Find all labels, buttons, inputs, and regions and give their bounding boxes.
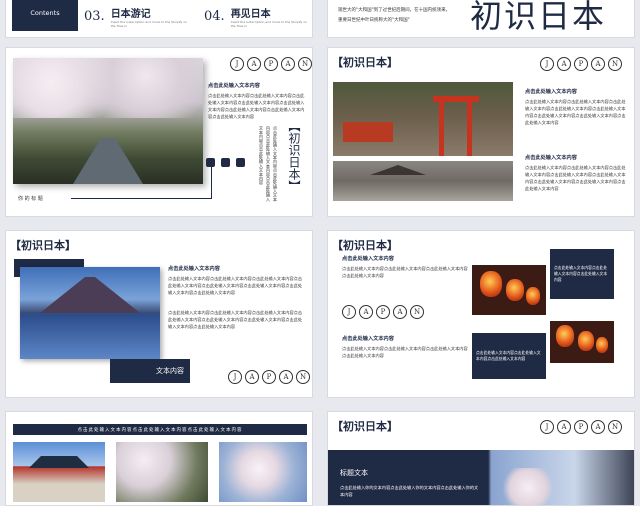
slide-intro[interactable]: 观世大的"大和国"到了过世纪后期间，在十国内统领来， 重要日世纪中叶日统称大的"… xyxy=(327,0,635,38)
japan-letter-circle: N xyxy=(298,57,312,71)
item-title: 日本游记 xyxy=(110,9,151,20)
vertical-title: 【初识日本】 xyxy=(287,120,301,192)
japan-letter-circle: A xyxy=(591,420,605,434)
contents-item-3[interactable]: 03. 日本游记 Insert the subscription and mov… xyxy=(84,5,191,28)
gallery-photo-1 xyxy=(13,442,105,502)
text-label: 文本内容 xyxy=(156,367,184,375)
body-text-2: 点击此处输入文本内容点击此处输入文本内容点击此处输入文本内容点击此处输入文本内容… xyxy=(168,310,303,329)
japan-circles: JAPAN xyxy=(342,305,424,319)
body-text-1: 点击此处输入文本内容点击此处输入文本内容点击此处输入文本内容点击此处输入文本内容 xyxy=(342,266,468,278)
text-box-2: 点击此处输入文本内容点击此处输入文本内容点击此处输入文本内容 xyxy=(472,333,546,379)
japan-letter-circle: J xyxy=(540,57,554,71)
japan-letter-circle: A xyxy=(591,57,605,71)
japan-letter-circle: A xyxy=(281,57,295,71)
sub-heading-2: 点击此处输入文本内容 xyxy=(525,155,577,161)
gallery-photo-3 xyxy=(219,442,307,502)
slide-fuji[interactable]: 【初识日本】 文本内容 点击此处输入文本内容 点击此处输入文本内容点击此处输入文… xyxy=(5,230,313,398)
banner: 点击此处输入文本内容点击此处输入文本内容点击此处输入文本内容 xyxy=(13,424,307,435)
section-title: 【初识日本】 xyxy=(332,56,398,69)
social-icons xyxy=(206,152,251,171)
sub-heading: 点击此处输入文本内容 xyxy=(168,266,220,272)
vertical-text: 点击此处输入文本内容点击此处输入文本内容点击此处输入文本内容点击此处输入文本内容… xyxy=(259,126,278,202)
photo-caption: 你 的 标 题 xyxy=(18,196,43,202)
japan-circles: JAPAN xyxy=(230,57,312,71)
panel-label: 标题文本 xyxy=(340,469,368,477)
sub-heading-1: 点击此处输入文本内容 xyxy=(525,89,577,95)
caption-line xyxy=(71,198,211,199)
japan-letter-circle: J xyxy=(540,420,554,434)
body-text-2: 点击此处输入文本内容点击此处输入文本内容点击此处输入文本内容点击此处输入文本内容 xyxy=(342,346,468,358)
item-sub: Insert the subscription and move to the … xyxy=(110,20,187,28)
section-title: 【初识日本】 xyxy=(332,420,398,433)
body-text-1: 点击此处输入文本内容点击此处输入文本内容点击此处输入文本内容点击此处输入文本内容… xyxy=(168,276,303,295)
japan-circles: JAPAN xyxy=(228,370,310,384)
japan-letter-circle: N xyxy=(410,305,424,319)
big-title: 初识日本 xyxy=(470,0,607,35)
temple-photo xyxy=(333,161,513,201)
japan-letter-circle: P xyxy=(376,305,390,319)
section-title: 【初识日本】 xyxy=(10,239,76,252)
gallery-photo-2 xyxy=(116,442,208,502)
contents-block: Contents xyxy=(12,0,78,31)
item-title: 再见日本 xyxy=(230,9,271,20)
item-sub: Insert the subscription and move to the … xyxy=(230,20,307,28)
japan-letter-circle: N xyxy=(608,57,622,71)
slide-gallery[interactable]: 点击此处输入文本内容点击此处输入文本内容点击此处输入文本内容 xyxy=(5,411,313,506)
torii-photo xyxy=(333,82,513,156)
japan-letter-circle: A xyxy=(557,420,571,434)
section-title: 【初识日本】 xyxy=(332,239,398,252)
japan-letter-circle: J xyxy=(230,57,244,71)
slide-cherry-canal[interactable]: 你 的 标 题 JAPAN 点击此处输入文本内容 点击此处输入文本内容点击此处输… xyxy=(5,47,313,217)
intro-line-2: 重要日世纪中叶日统称大的"大和国" xyxy=(338,18,410,23)
japan-letter-circle: N xyxy=(296,370,310,384)
wechat-icon[interactable] xyxy=(206,158,215,167)
sub-heading-2: 点击此处输入文本内容 xyxy=(342,336,394,342)
japan-circles: JAPAN xyxy=(540,420,622,434)
japan-circles: JAPAN xyxy=(540,57,622,71)
slide-shrine[interactable]: 【初识日本】 JAPAN 点击此处输入文本内容 点击此处输入文本内容点击此处输入… xyxy=(327,47,635,217)
body-text-1: 点击此处输入文本内容点击此处输入文本内容点击此处输入文本内容点击此处输入文本内容… xyxy=(525,99,626,125)
japan-letter-circle: P xyxy=(574,57,588,71)
japan-letter-circle: A xyxy=(393,305,407,319)
japan-letter-circle: P xyxy=(574,420,588,434)
japan-letter-circle: A xyxy=(245,370,259,384)
sub-heading-1: 点击此处输入文本内容 xyxy=(342,256,394,262)
contents-item-4[interactable]: 04. 再见日本 Insert the subscription and mov… xyxy=(204,5,311,28)
fuji-photo xyxy=(20,267,160,359)
lantern-photo-2 xyxy=(550,321,614,363)
canal-photo xyxy=(13,58,203,184)
japan-letter-circle: N xyxy=(608,420,622,434)
japan-letter-circle: A xyxy=(359,305,373,319)
slide-lanterns[interactable]: 【初识日本】 点击此处输入文本内容 点击此处输入文本内容点击此处输入文本内容点击… xyxy=(327,230,635,398)
slide-contents[interactable]: Contents 03. 日本游记 Insert the subscriptio… xyxy=(5,0,313,38)
facebook-icon[interactable] xyxy=(236,158,245,167)
japan-letter-circle: A xyxy=(557,57,571,71)
text-label-block: 文本内容 xyxy=(110,359,190,383)
japan-letter-circle: J xyxy=(228,370,242,384)
intro-line-1: 观世大的"大和国"到了过世纪后期间，在十国内统领来， xyxy=(338,8,451,13)
lantern-photo-1 xyxy=(472,265,546,315)
slide-castle[interactable]: 【初识日本】 JAPAN 标题文本 点击此处输入你的文本内容点击此处输入你的文本… xyxy=(327,411,635,506)
panel-text: 点击此处输入你的文本内容点击此处输入你的文本内容点击此处输入你的文本内容 xyxy=(340,485,479,497)
sub-heading: 点击此处输入文本内容 xyxy=(208,83,260,89)
item-number: 04. xyxy=(204,9,225,24)
japan-letter-circle: A xyxy=(247,57,261,71)
weibo-icon[interactable] xyxy=(221,158,230,167)
japan-letter-circle: P xyxy=(264,57,278,71)
text-box-1: 点击此处输入文本内容点击此处输入文本内容点击此处输入文本内容 xyxy=(550,249,614,299)
item-number: 03. xyxy=(84,9,105,24)
contents-label: Contents xyxy=(30,9,60,17)
japan-letter-circle: P xyxy=(262,370,276,384)
japan-letter-circle: A xyxy=(279,370,293,384)
body-text-2: 点击此处输入文本内容点击此处输入文本内容点击此处输入文本内容点击此处输入文本内容… xyxy=(525,165,626,191)
japan-letter-circle: J xyxy=(342,305,356,319)
